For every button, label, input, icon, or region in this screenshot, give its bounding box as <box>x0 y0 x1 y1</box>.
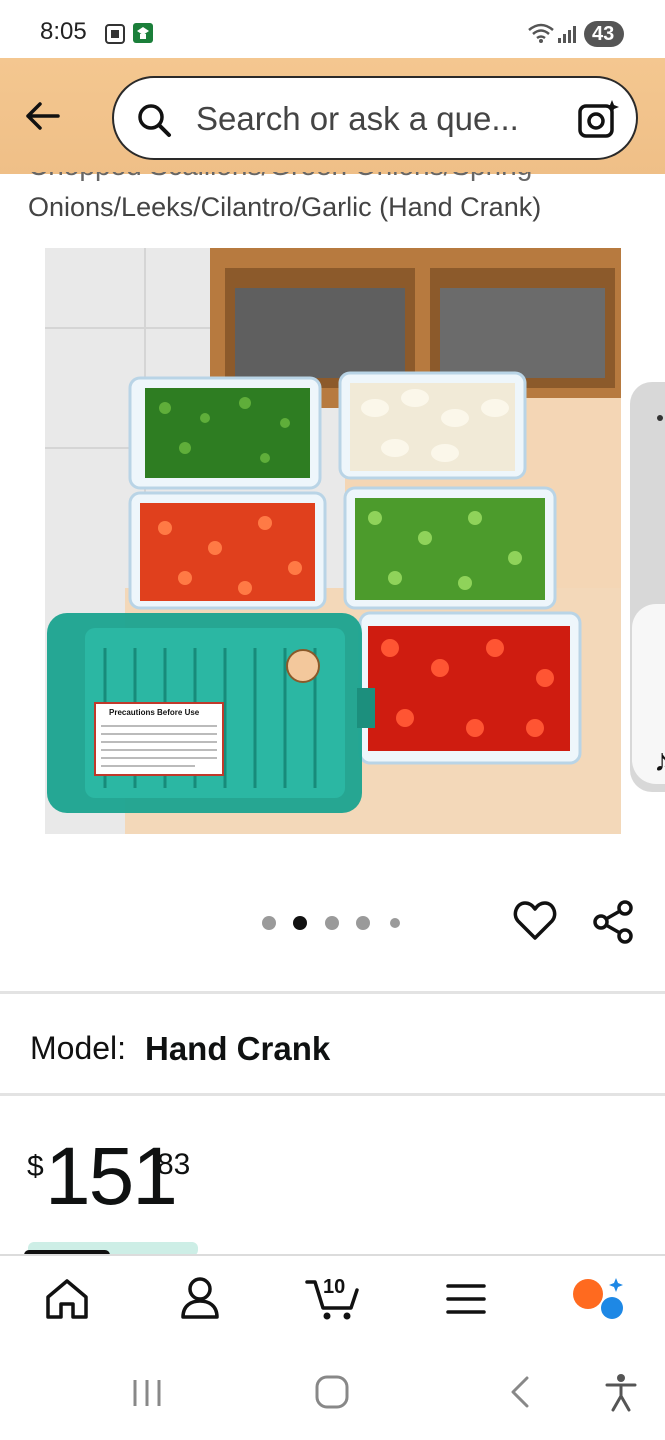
rufus-ai-icon[interactable] <box>570 1276 626 1322</box>
signal-icon <box>558 26 576 43</box>
status-time: 8:05 <box>40 18 87 45</box>
heart-icon[interactable] <box>513 900 557 942</box>
search-icon <box>138 104 171 137</box>
side-panel-tab[interactable]: ♪ <box>632 604 665 784</box>
recent-apps-icon[interactable] <box>130 1376 164 1410</box>
product-image[interactable]: Precautions Before Use <box>45 248 621 834</box>
image-dot-4[interactable] <box>356 916 370 930</box>
home-icon[interactable] <box>44 1277 90 1321</box>
divider <box>0 991 665 994</box>
image-dot-2-active[interactable] <box>293 916 307 930</box>
camera-search-icon[interactable] <box>576 98 620 142</box>
search-input[interactable]: Search or ask a que... <box>196 100 519 138</box>
price-fraction: 83 <box>157 1148 191 1181</box>
image-dot-5[interactable] <box>390 918 400 928</box>
model-value[interactable]: Hand Crank <box>145 1030 330 1068</box>
side-dot <box>657 415 663 421</box>
back-arrow-icon[interactable] <box>22 96 62 136</box>
back-button-icon[interactable] <box>505 1374 535 1410</box>
music-note-icon: ♪ <box>654 742 665 778</box>
cart-count: 10 <box>323 1276 346 1298</box>
menu-icon[interactable] <box>446 1282 486 1316</box>
divider <box>0 1093 665 1096</box>
wifi-icon <box>528 23 554 43</box>
app-notification-icon <box>133 23 153 43</box>
product-photo <box>45 248 621 834</box>
battery-icon: 43 <box>584 21 624 47</box>
home-button-icon[interactable] <box>314 1374 350 1410</box>
battery-level: 43 <box>592 23 615 45</box>
product-title: Onions/Leeks/Cilantro/Garlic (Hand Crank… <box>28 192 542 222</box>
warning-label-text: Precautions Before Use <box>109 708 200 717</box>
accessibility-icon[interactable] <box>603 1372 639 1412</box>
image-dot-3[interactable] <box>325 916 339 930</box>
image-dot-1[interactable] <box>262 916 276 930</box>
share-icon[interactable] <box>593 900 635 944</box>
price-currency: $ <box>27 1150 44 1183</box>
model-label: Model: <box>30 1030 127 1066</box>
account-icon[interactable] <box>178 1275 222 1321</box>
status-bar: 8:05 43 <box>0 0 665 58</box>
screenshot-icon <box>105 24 125 44</box>
search-bar[interactable]: Search or ask a que... <box>112 76 638 160</box>
